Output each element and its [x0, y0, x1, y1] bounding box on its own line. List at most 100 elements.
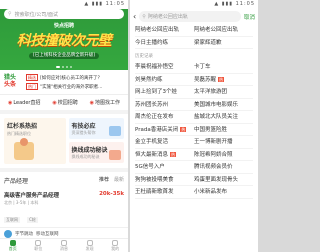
- history-item[interactable]: 李晨祝福孙悟空: [135, 61, 194, 74]
- history-item[interactable]: 周杰伦正在发布: [135, 111, 194, 124]
- tab-discover[interactable]: 发现: [86, 240, 94, 251]
- history-item[interactable]: 腾讯视频会员价: [194, 161, 253, 174]
- status-icons: ▲ ▮▮▮ 11:05: [84, 1, 125, 7]
- history-text: 苏州团长苏州: [135, 101, 169, 108]
- search-icon: ⚲: [8, 11, 12, 17]
- tab-latest[interactable]: 最新: [114, 177, 124, 183]
- suggestion-item[interactable]: 阿纳老公回应出轨: [135, 24, 194, 37]
- feature-card-switch[interactable]: 换线成功秘诀 换线成功的秘诀: [68, 142, 124, 163]
- job-card[interactable]: 高级客户服务产品经理 20k-35k 北京 | 3-5年 | 本科 互联网 C轮: [0, 189, 128, 228]
- status-icons: ▲ ▮▮▮ 11:05: [214, 1, 255, 7]
- card-illustration: [109, 126, 121, 136]
- feature-card-stack: 有技必应 资深猎头帮你 换线成功秘诀 换线成功的秘诀: [68, 118, 124, 164]
- headline-tag-bottom: 头条: [4, 81, 17, 88]
- history-text: 王杜鹃新歌首发: [135, 189, 174, 195]
- carousel-dots: [56, 66, 72, 68]
- history-text: 狗狗被投喂美食: [135, 176, 174, 183]
- history-item[interactable]: 苏州团长苏州: [135, 99, 194, 111]
- job-title: 高级客户服务产品经理: [4, 193, 60, 199]
- job-tag: C轮: [27, 217, 38, 223]
- history-item[interactable]: 吴磊苏醒热: [194, 74, 253, 86]
- section-title[interactable]: 产品经理: [4, 176, 28, 185]
- tab-messages[interactable]: 消息: [60, 240, 68, 251]
- history-item[interactable]: 中国男篮险胜: [194, 124, 253, 136]
- right-screen: ▲ ▮▮▮ 11:05 ‹ ⚲ 阿纳老公回应出轨 取消 阿纳老公回应出轨 阿纳老…: [130, 0, 258, 252]
- history-item[interactable]: 美国城市电影娱乐: [194, 99, 253, 111]
- history-item[interactable]: 王一博新剧开播: [194, 136, 253, 149]
- history-item[interactable]: 盐城北大队员关注: [194, 111, 253, 124]
- search-header: ‹ ⚲ 阿纳老公回应出轨 取消: [130, 9, 258, 24]
- history-text: 太平洋旅游团: [194, 89, 228, 95]
- banner-title[interactable]: 科技撞破次元壁: [4, 30, 124, 50]
- tab-jobs[interactable]: 职位: [34, 240, 42, 251]
- search-input[interactable]: ⚲ 阿纳老公回应出轨: [139, 11, 241, 22]
- hot-badge: 热: [218, 76, 225, 82]
- history-item[interactable]: 鸡蛋里面发现骨头: [194, 174, 253, 186]
- headline-text: [如何应对]核心员工的离开了？: [40, 76, 103, 81]
- job-section-header: 产品经理 推荐 最新: [0, 172, 128, 189]
- quick-link-label: Leader直招: [13, 100, 41, 106]
- history-text: 李晨祝福孙悟空: [135, 64, 174, 70]
- search-placeholder: 搜索职位/公司/面试: [14, 11, 59, 18]
- history-text: 腾讯视频会员价: [194, 164, 233, 170]
- headline-badge: 热门: [26, 83, 38, 90]
- job-salary: 20k-35k: [99, 191, 124, 197]
- history-item[interactable]: Prada香港店关闭热: [135, 124, 194, 136]
- brand-name: 快点招聘: [53, 23, 74, 29]
- headline-text: "实施"相关行业的海外求职者...: [40, 85, 103, 90]
- history-item[interactable]: 太平洋旅游团: [194, 86, 253, 99]
- search-bar[interactable]: ⚲ 搜索职位/公司/面试: [4, 9, 124, 19]
- history-item[interactable]: 刘昊然约练: [135, 74, 194, 86]
- history-text: 周杰伦正在发布: [135, 114, 174, 120]
- headline-tag: 猎头 头条: [4, 74, 22, 92]
- history-item[interactable]: 5G信号入户: [135, 161, 194, 174]
- history-item[interactable]: 卡丁车: [194, 61, 253, 74]
- feature-card-sequoia[interactable]: 红杉系热招 热门精选职位: [4, 118, 66, 164]
- quick-link-leader[interactable]: ◉Leader直招: [8, 99, 41, 106]
- headline-badge: 精选: [26, 74, 38, 81]
- quick-link-map[interactable]: ◉地图找工作: [90, 99, 120, 106]
- history-item[interactable]: 网上捡到了3个娃: [135, 86, 194, 99]
- search-icon: ⚲: [142, 13, 146, 20]
- quick-link-label: 校园招聘: [57, 100, 78, 106]
- history-item[interactable]: 金立手机复活: [135, 136, 194, 149]
- tab-label: 发现: [85, 246, 94, 251]
- company-meta: 移动互联网: [36, 232, 59, 237]
- tab-label: 我的: [111, 246, 120, 251]
- quick-link-campus[interactable]: ◉校园招聘: [52, 99, 77, 106]
- campus-icon: ◉: [52, 100, 57, 106]
- suggestion-item[interactable]: 梁家辉道歉: [194, 37, 253, 49]
- history-item[interactable]: 恒大最新消息热: [135, 149, 194, 161]
- history-item[interactable]: 小米新品发布: [194, 186, 253, 199]
- tab-recommend[interactable]: 推荐: [99, 177, 109, 183]
- history-text: 5G信号入户: [135, 164, 165, 170]
- suggestion-list: 阿纳老公回应出轨 阿纳老公回应出轨 今日主播约练 梁家辉道歉: [130, 24, 258, 49]
- feature-card-skill[interactable]: 有技必应 资深猎头帮你: [68, 118, 124, 139]
- history-text: Prada香港店关闭: [135, 126, 179, 133]
- history-text: 恒大最新消息: [135, 151, 169, 158]
- headline-item[interactable]: 精选 [如何应对]核心员工的离开了？: [26, 74, 124, 83]
- suggestion-item[interactable]: 今日主播约练: [135, 37, 194, 49]
- tab-label: 消息: [59, 246, 68, 251]
- history-text: 陈冠希阿娇合照: [194, 151, 233, 158]
- search-value: 阿纳老公回应出轨: [147, 14, 188, 20]
- tab-home[interactable]: 首页: [9, 240, 17, 251]
- carousel-dot: [70, 66, 72, 68]
- quick-link-label: 地图找工作: [95, 100, 121, 106]
- headline-item[interactable]: 热门 "实施"相关行业的海外求职者...: [26, 83, 124, 92]
- feature-cards: 红杉系热招 热门精选职位 有技必应 资深猎头帮你 换线成功秘诀 换线成功的秘诀: [0, 114, 128, 172]
- back-icon[interactable]: ‹: [133, 12, 136, 21]
- history-text: 盐城北大队员关注: [194, 114, 239, 120]
- cancel-button[interactable]: 取消: [244, 13, 255, 21]
- history-item[interactable]: 王杜鹃新歌首发: [135, 186, 194, 199]
- left-screen: ▲ ▮▮▮ 11:05 ⚲ 搜索职位/公司/面试 快点招聘 科技撞破次元壁 [已…: [0, 0, 128, 252]
- tab-label: 职位: [34, 246, 43, 251]
- history-text: 中国男篮险胜: [194, 126, 228, 133]
- tab-profile[interactable]: 我的: [111, 240, 119, 251]
- history-item[interactable]: 陈冠希阿娇合照: [194, 149, 253, 161]
- history-item[interactable]: 狗狗被投喂美食: [135, 174, 194, 186]
- history-label: 历史记录: [135, 54, 153, 59]
- suggestion-item[interactable]: 阿纳老公回应出轨: [194, 24, 253, 37]
- status-bar: ▲ ▮▮▮ 11:05: [130, 0, 258, 9]
- job-title-row: 高级客户服务产品经理 20k-35k: [4, 191, 124, 199]
